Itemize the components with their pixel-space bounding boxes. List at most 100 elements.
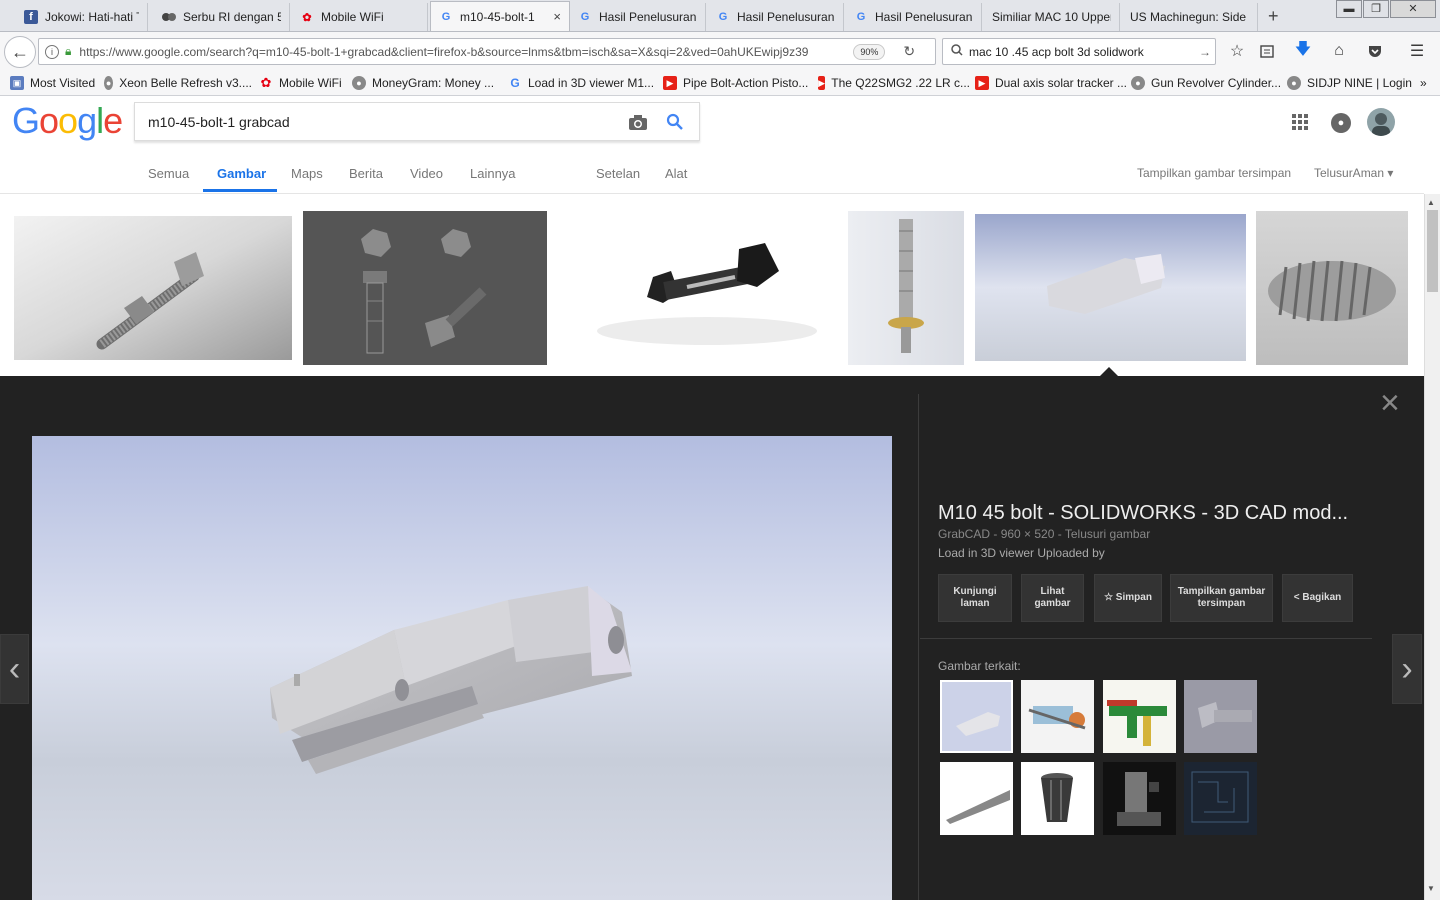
- pocket-icon[interactable]: [1362, 38, 1388, 64]
- minimize-button[interactable]: ▬: [1336, 0, 1362, 18]
- bookmark-moneygram[interactable]: ● MoneyGram: Money ...: [352, 75, 500, 91]
- tab-berita[interactable]: Berita: [349, 166, 383, 181]
- notifications-icon[interactable]: ●: [1331, 113, 1351, 133]
- zoom-indicator[interactable]: 90%: [853, 43, 886, 60]
- bookmark-q22smg2[interactable]: ▶ The Q22SMG2 .22 LR c...: [818, 75, 970, 91]
- related-image-5[interactable]: [940, 762, 1013, 835]
- google-icon: G: [510, 76, 520, 90]
- search-bar[interactable]: mac 10 .45 acp bolt 3d solidwork →: [942, 38, 1216, 65]
- tab-gambar[interactable]: Gambar: [217, 166, 266, 181]
- tab-jokowi[interactable]: f Jokowi: Hati-hati T: [16, 3, 148, 31]
- globe-icon: ●: [104, 76, 114, 90]
- preview-image[interactable]: [32, 436, 892, 900]
- tab-similiar-mac[interactable]: Similiar MAC 10 Upper: [984, 3, 1120, 31]
- search-query[interactable]: m10-45-bolt-1 grabcad: [148, 114, 290, 130]
- image-result-vertical-bolt[interactable]: [848, 211, 964, 365]
- close-window-button[interactable]: ✕: [1390, 0, 1436, 18]
- related-image-3[interactable]: [1103, 680, 1176, 753]
- url-bar[interactable]: i 🔒︎ https://www.google.com/search?q=m10…: [38, 38, 936, 65]
- scroll-up-arrow[interactable]: ▲: [1427, 198, 1435, 207]
- image-result-bolt-nut[interactable]: [14, 216, 292, 360]
- bookmark-xeon[interactable]: ● Xeon Belle Refresh v3....: [104, 75, 252, 91]
- reload-icon[interactable]: ↻: [903, 43, 915, 60]
- show-saved-images-link[interactable]: Tampilkan gambar tersimpan: [1137, 166, 1291, 180]
- bookmark-label: The Q22SMG2 .22 LR c...: [831, 76, 970, 90]
- search-go-icon[interactable]: →: [1199, 45, 1211, 59]
- google-search-box[interactable]: m10-45-bolt-1 grabcad: [134, 102, 700, 141]
- reading-list-icon[interactable]: [1254, 38, 1280, 64]
- related-image-1[interactable]: [940, 680, 1013, 753]
- image-source[interactable]: GrabCAD: [938, 527, 990, 541]
- related-image-6[interactable]: [1021, 762, 1094, 835]
- tab-alat[interactable]: Alat: [665, 166, 687, 181]
- apps-grid-icon[interactable]: [1292, 114, 1310, 135]
- info-icon[interactable]: i: [45, 44, 59, 59]
- globe-icon: ●: [1131, 76, 1145, 90]
- image-result-selected-bolt-block[interactable]: [975, 214, 1246, 361]
- related-image-4[interactable]: [1184, 680, 1257, 753]
- url-text[interactable]: https://www.google.com/search?q=m10-45-b…: [79, 45, 845, 59]
- preview-title[interactable]: M10 45 bolt - SOLIDWORKS - 3D CAD mod...: [938, 502, 1408, 525]
- bookmark-icon: ▣: [10, 76, 24, 90]
- scroll-thumb[interactable]: [1427, 210, 1438, 292]
- view-image-button[interactable]: Lihat gambar: [1021, 574, 1084, 622]
- tab-us-machinegun[interactable]: US Machinegun: Side C: [1122, 3, 1258, 31]
- tab-video[interactable]: Video: [410, 166, 443, 181]
- tab-title: Hasil Penelusuran: [737, 10, 835, 24]
- tab-semua[interactable]: Semua: [148, 166, 189, 181]
- scroll-down-arrow[interactable]: ▼: [1427, 884, 1435, 893]
- related-image-8[interactable]: [1184, 762, 1257, 835]
- image-result-black-bolt[interactable]: [557, 211, 837, 361]
- close-preview-button[interactable]: ×: [1380, 386, 1400, 420]
- tab-setelan[interactable]: Setelan: [596, 166, 640, 181]
- tab-maps[interactable]: Maps: [291, 166, 323, 181]
- tab-hasil-3[interactable]: G Hasil Penelusuran: [846, 3, 982, 31]
- related-images-title: Gambar terkait:: [938, 659, 1021, 673]
- tab-active-m10[interactable]: G m10-45-bolt-1 ×: [430, 1, 570, 31]
- close-icon: ×: [1380, 384, 1400, 422]
- tab-serbu[interactable]: Serbu RI dengan 5: [154, 3, 290, 31]
- bookmark-star-icon[interactable]: ☆: [1224, 38, 1250, 64]
- bookmark-mobile-wifi[interactable]: ✿ Mobile WiFi: [259, 75, 347, 91]
- download-icon[interactable]: 🡇: [1290, 38, 1316, 64]
- visit-page-button[interactable]: Kunjungi laman: [938, 574, 1012, 622]
- search-icon[interactable]: [666, 113, 684, 134]
- google-icon: G: [856, 11, 866, 23]
- maximize-button[interactable]: ❐: [1363, 0, 1389, 18]
- show-saved-button[interactable]: Tampilkan gambar tersimpan: [1170, 574, 1273, 622]
- chevron-left-icon: ‹: [8, 649, 21, 688]
- next-image-button[interactable]: ›: [1392, 634, 1422, 704]
- tab-title: US Machinegun: Side C: [1130, 10, 1249, 24]
- bookmark-most-visited[interactable]: ▣ Most Visited: [10, 75, 100, 91]
- tab-hasil-2[interactable]: G Hasil Penelusuran: [708, 3, 844, 31]
- save-button[interactable]: ☆ Simpan: [1094, 574, 1162, 622]
- back-button[interactable]: ←: [4, 36, 36, 68]
- bookmark-load-3d[interactable]: G Load in 3D viewer M1...: [508, 75, 656, 91]
- tab-hasil-1[interactable]: G Hasil Penelusuran: [570, 3, 706, 31]
- related-image-7[interactable]: [1103, 762, 1176, 835]
- share-button[interactable]: < Bagikan: [1282, 574, 1353, 622]
- bookmark-pipe-bolt[interactable]: ▶ Pipe Bolt-Action Pisto...: [663, 75, 813, 91]
- bookmark-gun-revolver[interactable]: ● Gun Revolver Cylinder...: [1131, 75, 1283, 91]
- menu-icon[interactable]: ☰: [1404, 38, 1430, 64]
- safe-search-dropdown[interactable]: TelusurAman ▾: [1314, 166, 1393, 180]
- home-icon[interactable]: ⌂: [1326, 38, 1352, 64]
- bookmarks-overflow-button[interactable]: »: [1420, 75, 1434, 91]
- image-meta: GrabCAD - 960 × 520 - Telusuri gambar: [938, 527, 1151, 541]
- image-result-threaded-rod[interactable]: [1256, 211, 1408, 365]
- new-tab-button[interactable]: +: [1268, 6, 1279, 27]
- close-tab-icon[interactable]: ×: [553, 9, 561, 24]
- browse-images-link[interactable]: Telusuri gambar: [1065, 527, 1150, 541]
- tab-mobile-wifi[interactable]: ✿ Mobile WiFi: [292, 3, 428, 31]
- previous-image-button[interactable]: ‹: [0, 634, 29, 704]
- page-scrollbar[interactable]: ▲ ▼: [1424, 194, 1440, 900]
- avatar[interactable]: [1367, 108, 1395, 136]
- tab-lainnya[interactable]: Lainnya: [470, 166, 516, 181]
- bookmark-sidjp[interactable]: ● SIDJP NINE | Login: [1287, 75, 1413, 91]
- google-logo[interactable]: Google: [12, 100, 123, 142]
- search-field-value[interactable]: mac 10 .45 acp bolt 3d solidwork: [969, 45, 1195, 59]
- camera-icon[interactable]: [628, 114, 648, 134]
- image-result-bolt-set[interactable]: [303, 211, 547, 365]
- related-image-2[interactable]: [1021, 680, 1094, 753]
- bookmark-dual-axis[interactable]: ▶ Dual axis solar tracker ...: [975, 75, 1127, 91]
